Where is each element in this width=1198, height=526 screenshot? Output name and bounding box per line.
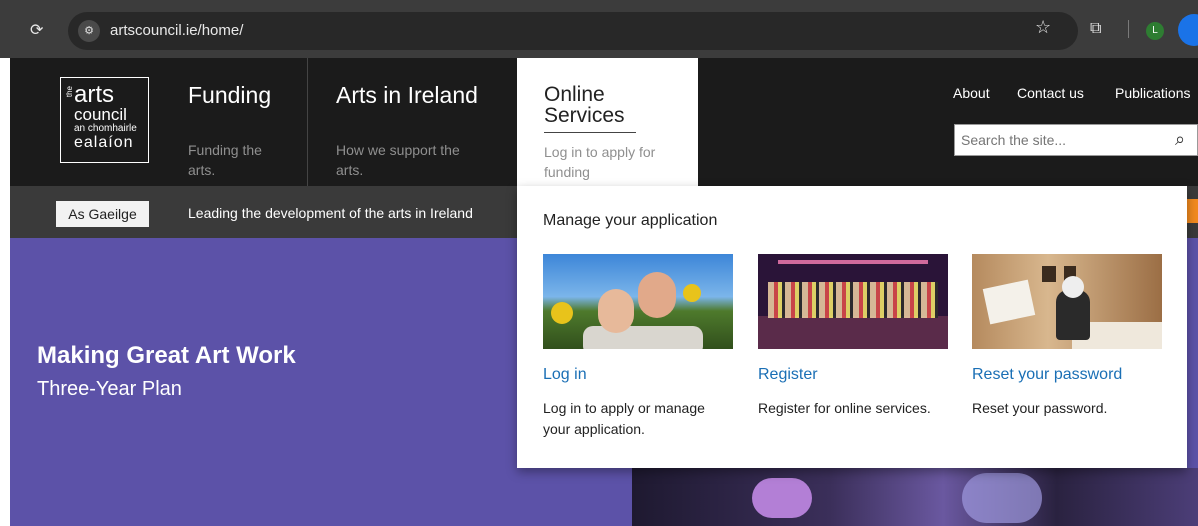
search-box: ⌕	[954, 124, 1198, 156]
nav-online-title-line1: Online	[544, 83, 605, 106]
picture-frame-shape	[1042, 266, 1056, 282]
as-gaeilge-button[interactable]: As Gaeilge	[56, 201, 149, 227]
stage-shape	[758, 316, 948, 349]
sunflower-shape	[683, 284, 701, 302]
hero-subtitle: Three-Year Plan	[37, 378, 182, 400]
sunflower-shape	[551, 302, 573, 324]
publications-link[interactable]: Publications	[1115, 85, 1191, 101]
login-link[interactable]: Log in	[543, 366, 587, 384]
nav-funding[interactable]: Funding Funding the arts.	[178, 58, 308, 186]
hero-image-shape	[962, 473, 1042, 523]
nav-arts-desc: How we support the arts.	[336, 142, 460, 178]
nav-online-title-line2: Services	[544, 104, 625, 127]
toolbar-divider	[1128, 20, 1129, 38]
nav-online-services[interactable]: Online Services Log in to apply for fundi…	[517, 58, 698, 186]
about-link[interactable]: About	[953, 85, 990, 101]
nav-funding-desc: Funding the arts.	[188, 142, 262, 178]
figure-shape	[598, 289, 634, 333]
address-bar[interactable]: ⚙ artscouncil.ie/home/	[68, 12, 1078, 50]
browser-toolbar: ⟳ ⚙ artscouncil.ie/home/ ☆ ⧉ L	[0, 0, 1198, 58]
reset-password-link[interactable]: Reset your password	[972, 366, 1122, 384]
login-thumbnail[interactable]	[543, 254, 733, 349]
figure-shape	[638, 272, 676, 318]
reset-password-thumbnail[interactable]	[972, 254, 1162, 349]
figure-shape	[583, 326, 703, 349]
arts-council-logo[interactable]: the arts council an chomhairle ealaíon	[60, 77, 149, 163]
hero-title[interactable]: Making Great Art Work	[37, 342, 296, 370]
search-input[interactable]	[955, 125, 1165, 155]
register-link[interactable]: Register	[758, 366, 818, 384]
register-thumbnail[interactable]	[758, 254, 948, 349]
active-underline	[544, 132, 636, 133]
contact-link[interactable]: Contact us	[1017, 85, 1084, 101]
puzzle-icon[interactable]: ⧉	[1090, 18, 1101, 38]
site-settings-icon[interactable]: ⚙	[78, 20, 100, 42]
login-description: Log in to apply or manage your applicati…	[543, 400, 705, 437]
star-icon[interactable]: ☆	[1035, 17, 1051, 38]
url-text[interactable]: artscouncil.ie/home/	[110, 22, 243, 39]
figure-shape	[1062, 276, 1084, 298]
reset-password-description: Reset your password.	[972, 400, 1108, 416]
site-tagline: Leading the development of the arts in I…	[188, 205, 473, 221]
account-avatar[interactable]	[1178, 14, 1198, 46]
online-services-dropdown: Manage your application Log in Log in to…	[517, 186, 1187, 468]
hero-image-shape	[752, 478, 812, 518]
hero-image	[632, 468, 1198, 526]
site-header: the arts council an chomhairle ealaíon F…	[10, 58, 1198, 186]
logo-chomhairle: an chomhairle	[74, 123, 137, 134]
logo-council: council	[74, 105, 127, 124]
profile-avatar[interactable]: L	[1146, 22, 1164, 40]
paper-shape	[982, 279, 1036, 325]
register-description: Register for online services.	[758, 400, 931, 416]
search-icon[interactable]: ⌕	[1175, 129, 1185, 150]
nav-online-title[interactable]: Online Services	[544, 84, 625, 126]
nav-online-desc: Log in to apply for funding	[544, 144, 656, 180]
nav-funding-title[interactable]: Funding	[188, 82, 271, 109]
performers-shape	[768, 282, 938, 318]
logo-ealaion: ealaíon	[74, 134, 134, 151]
logo-the: the	[65, 86, 74, 98]
nav-arts-title[interactable]: Arts in Ireland	[336, 82, 478, 109]
nav-arts-in-ireland[interactable]: Arts in Ireland How we support the arts.	[308, 58, 517, 186]
stage-lights-shape	[778, 260, 928, 264]
logo-arts: arts	[74, 81, 115, 108]
reload-icon[interactable]: ⟳	[30, 20, 43, 39]
dropdown-heading: Manage your application	[543, 212, 718, 229]
